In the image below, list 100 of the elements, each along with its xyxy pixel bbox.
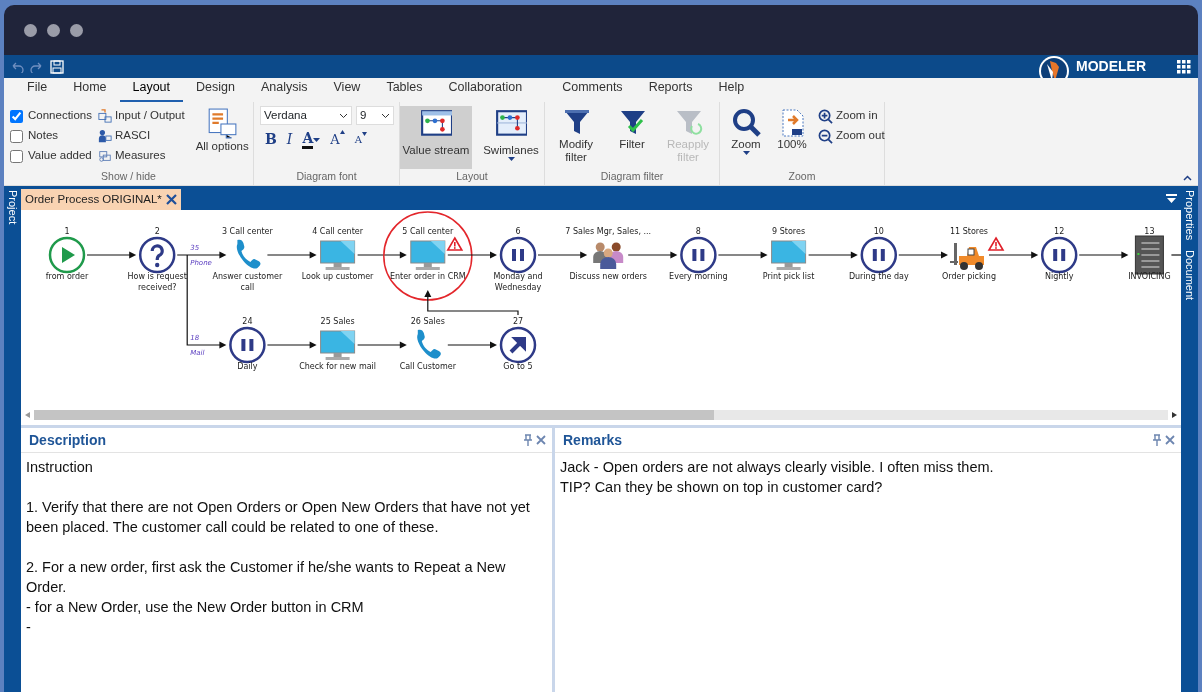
panel-title: Remarks xyxy=(563,430,623,450)
menu-tab[interactable]: Tables xyxy=(373,78,436,102)
all-options-button[interactable]: All options xyxy=(190,106,254,169)
close-icon[interactable] xyxy=(536,435,546,445)
menu-tab[interactable]: File xyxy=(14,78,61,102)
pin-icon[interactable] xyxy=(524,434,532,446)
pin-icon[interactable] xyxy=(1153,434,1161,446)
connector-arrow xyxy=(988,251,1039,259)
toggle-option[interactable]: Measures xyxy=(97,146,185,166)
scroll-right-icon[interactable] xyxy=(1172,412,1177,418)
checkbox[interactable] xyxy=(10,129,23,143)
menu-tab[interactable]: View xyxy=(320,78,374,102)
sidebar-tab[interactable]: Properties xyxy=(1181,190,1198,241)
connector-arrow xyxy=(357,341,407,349)
step-label: Every morning xyxy=(669,272,728,281)
window-dot[interactable] xyxy=(47,23,60,37)
close-icon[interactable] xyxy=(165,194,177,205)
step-header: 24 xyxy=(242,317,253,326)
step-header: 5 Call center xyxy=(402,227,454,236)
zoom-option[interactable]: Zoom in xyxy=(818,106,885,126)
pause-icon xyxy=(499,236,537,274)
undo-icon[interactable] xyxy=(10,60,24,73)
measures-icon xyxy=(97,149,112,163)
zoom-option[interactable]: Zoom out xyxy=(818,126,885,146)
pause-icon xyxy=(1040,236,1078,274)
menu-tab[interactable]: Reports xyxy=(635,78,706,102)
checkbox[interactable] xyxy=(10,149,23,163)
italic-button[interactable]: I xyxy=(281,129,298,150)
connector-arrow xyxy=(357,251,407,259)
panel-text: 1. Verify that there are not Open Orders or Open New Orders that have not yet been placed. The customer call could be related to one of these. xyxy=(26,498,531,537)
step-header: 9 Stores xyxy=(772,227,806,236)
connector-arrow xyxy=(266,251,317,259)
step-header: 11 Stores xyxy=(950,227,988,236)
dropdown-icon[interactable] xyxy=(1166,194,1177,204)
bold-button[interactable]: B xyxy=(260,129,282,150)
font-color-button[interactable]: A xyxy=(297,130,326,149)
step-header: 12 xyxy=(1054,227,1065,236)
panel-title: Description xyxy=(29,430,106,450)
step-label: Nightly xyxy=(1044,272,1074,281)
checkbox[interactable] xyxy=(10,109,23,123)
font-family-select[interactable]: Verdana xyxy=(260,106,352,125)
step-label: During the day xyxy=(848,272,909,281)
connector-arrow xyxy=(176,251,227,259)
toggle-option[interactable]: Input / Output xyxy=(97,106,185,126)
toggle-option[interactable]: RASCI xyxy=(97,126,185,146)
layout-button[interactable]: Value stream xyxy=(400,106,472,169)
zoom-button[interactable]: Zoom xyxy=(726,106,766,169)
shrink-font-button[interactable]: A xyxy=(349,132,372,147)
step-label: Look up customer xyxy=(301,272,374,281)
window-dot[interactable] xyxy=(70,23,83,37)
monitor-icon xyxy=(320,240,356,270)
step-label: Go to 5 xyxy=(503,362,533,371)
step-header: 10 xyxy=(873,227,884,236)
app-grid-icon[interactable] xyxy=(1176,58,1192,75)
step-label: Daily xyxy=(237,362,258,371)
caret-icon xyxy=(313,137,321,143)
sidebar-tab[interactable]: Document xyxy=(1181,250,1198,301)
menu-tab[interactable]: Design xyxy=(183,78,248,102)
connector-arrow xyxy=(1078,251,1129,259)
close-icon[interactable] xyxy=(1165,435,1175,445)
checkbox-label: Value added xyxy=(28,148,92,164)
panel-text: Jack - Open orders are not always clearly visible. I often miss them. TIP? Can they be shown on top in customer card? xyxy=(560,458,995,497)
filter-button[interactable]: Modify filter xyxy=(551,106,601,169)
connector-arrow xyxy=(808,251,858,259)
editor-tab[interactable]: Order Process ORIGINAL* xyxy=(21,189,181,210)
menu-tab[interactable]: Analysis xyxy=(247,78,321,102)
window-dot[interactable] xyxy=(24,23,37,37)
forklift-icon xyxy=(950,243,984,270)
step-label: Enter order in CRM xyxy=(389,272,466,281)
save-icon[interactable] xyxy=(50,59,64,74)
layout-button[interactable]: Swimlanes xyxy=(478,106,544,169)
play-icon xyxy=(48,236,86,274)
phone-icon xyxy=(236,239,261,269)
step-header: 2 xyxy=(154,227,160,236)
sidebar-tab[interactable]: Project xyxy=(4,190,21,225)
collapse-icon[interactable] xyxy=(1183,175,1192,181)
down-caret-icon xyxy=(361,132,367,136)
menu-tab[interactable]: Home xyxy=(60,78,120,102)
redo-icon[interactable] xyxy=(30,60,44,73)
checkbox-label: Notes xyxy=(28,128,59,144)
up-caret-icon xyxy=(339,129,345,134)
step-label: Print pick list xyxy=(762,272,815,281)
step-label: How is request received? xyxy=(127,272,187,292)
group-label: Zoom xyxy=(787,169,817,184)
step-header: 27 xyxy=(512,317,524,326)
font-size-select[interactable]: 9 xyxy=(356,106,394,125)
grow-font-button[interactable]: A xyxy=(325,129,350,150)
menu-tab[interactable]: Help xyxy=(705,78,758,102)
filter-button[interactable]: Filter xyxy=(607,106,657,169)
zoom-out-icon xyxy=(818,128,833,144)
connector-arrow xyxy=(447,341,497,349)
menu-tab[interactable]: Collaboration xyxy=(435,78,536,102)
step-header: 26 Sales xyxy=(410,317,445,326)
zoom-button[interactable]: 100% xyxy=(772,106,812,169)
step-header: 1 xyxy=(64,227,70,236)
scrollbar-thumb[interactable] xyxy=(34,410,715,420)
step-header: 8 xyxy=(695,227,701,236)
menu-tab[interactable]: Comments xyxy=(549,78,636,102)
scroll-left-icon[interactable] xyxy=(25,412,30,418)
chevron-icon xyxy=(381,112,390,119)
